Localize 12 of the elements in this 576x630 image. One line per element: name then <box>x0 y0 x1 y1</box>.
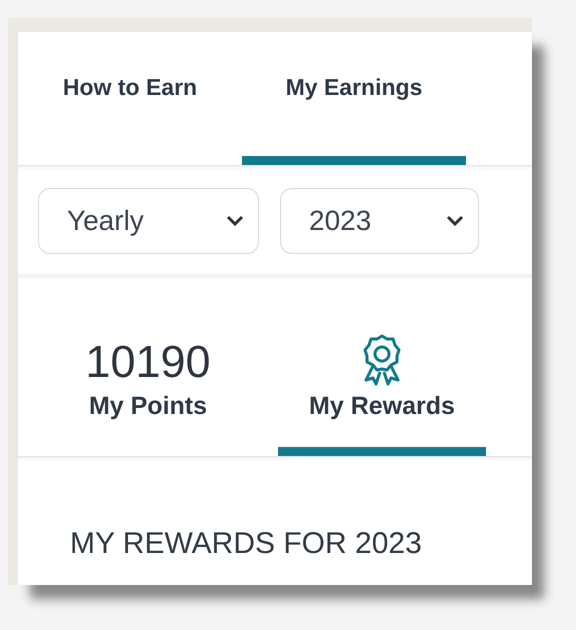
points-value: 10190 <box>85 339 211 384</box>
dropdown[interactable]: Yearly <box>38 188 259 254</box>
tab[interactable]: My Earnings <box>242 32 466 165</box>
tab[interactable]: How to Earn <box>18 32 242 165</box>
summary-label: My Points <box>88 392 208 421</box>
summary-tab[interactable]: My Rewards <box>278 278 486 456</box>
chevron-down-icon <box>226 215 244 227</box>
dropdown[interactable]: 2023 <box>280 188 479 254</box>
summary-tab[interactable]: 10190 My Points <box>44 278 252 456</box>
section-heading: MY REWARDS FOR 2023 <box>69 526 423 561</box>
summary-label: My Rewards <box>309 392 455 421</box>
chevron-down-icon <box>446 215 464 227</box>
